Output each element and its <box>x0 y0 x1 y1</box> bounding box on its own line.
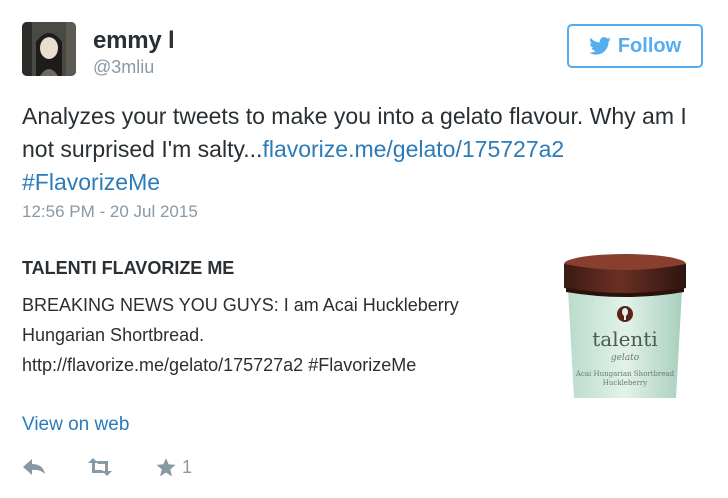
avatar-image <box>22 22 76 76</box>
jar-flavor-line2: Huckleberry <box>603 379 647 387</box>
card-description-line: Hungarian Shortbread. <box>22 325 205 345</box>
card-title[interactable]: TALENTI FLAVORIZE ME <box>22 258 234 279</box>
twitter-bird-icon <box>589 37 611 55</box>
card-description-line: BREAKING NEWS YOU GUYS: I am Acai Huckle… <box>22 295 459 315</box>
display-name[interactable]: emmy l <box>93 27 175 55</box>
card-image[interactable]: talenti gelato Acai Hungarian Shortbread… <box>560 250 690 400</box>
follow-button-label: Follow <box>617 34 682 57</box>
tweet-hashtag[interactable]: #FlavorizeMe <box>22 169 160 195</box>
view-on-web-link[interactable]: View on web <box>22 414 129 436</box>
card-description: BREAKING NEWS YOU GUYS: I am Acai Huckle… <box>22 290 542 380</box>
tweet-text: Analyzes your tweets to make you into a … <box>22 100 712 199</box>
jar-brand-text: talenti <box>592 327 658 351</box>
user-handle[interactable]: @3mliu <box>93 57 154 78</box>
tweet-timestamp[interactable]: 12:56 PM - 20 Jul 2015 <box>22 202 198 222</box>
jar-flavor-line1: Acai Hungarian Shortbread <box>575 370 675 378</box>
favorite-count: 1 <box>182 456 193 477</box>
tweet-link[interactable]: flavorize.me/gelato/175727a2 <box>262 136 564 162</box>
gelato-jar-image: talenti gelato Acai Hungarian Shortbread… <box>564 254 686 398</box>
reply-icon <box>23 459 45 475</box>
retweet-button[interactable] <box>86 452 114 482</box>
retweet-icon <box>88 458 112 476</box>
jar-sub-text: gelato <box>611 353 640 363</box>
follow-button[interactable]: Follow <box>567 24 703 68</box>
avatar[interactable] <box>22 22 76 76</box>
reply-button[interactable] <box>22 452 46 482</box>
favorite-button[interactable]: 1 <box>156 452 192 482</box>
card-description-line: http://flavorize.me/gelato/175727a2 #Fla… <box>22 355 417 375</box>
favorite-icon <box>156 457 176 476</box>
